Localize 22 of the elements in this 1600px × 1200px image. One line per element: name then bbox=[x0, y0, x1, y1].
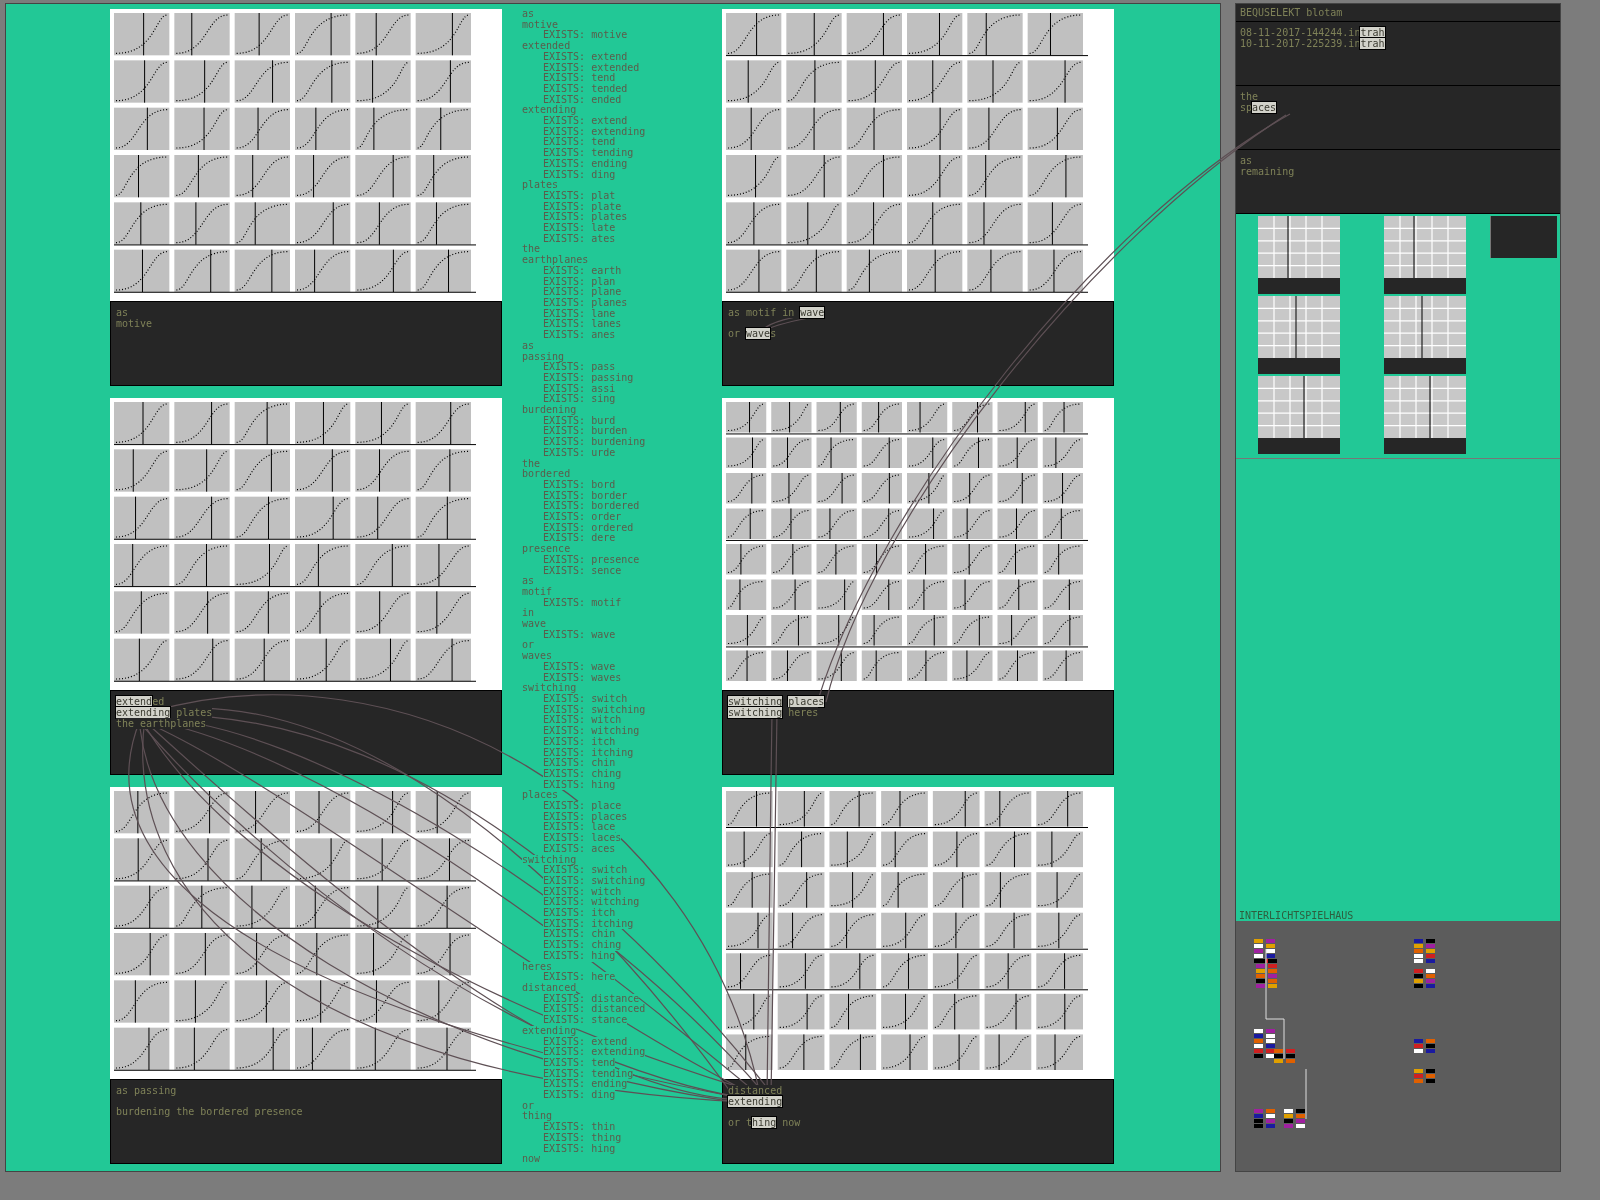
caption-text: the bbox=[1240, 91, 1259, 102]
mini-panel bbox=[1490, 216, 1557, 258]
caption-text: as passing bbox=[116, 1085, 177, 1096]
highlighted-word: extending bbox=[116, 707, 171, 718]
highlighted-word: hing bbox=[752, 1117, 777, 1128]
caption-text: as bbox=[116, 307, 129, 318]
highlighted-word: wave bbox=[746, 328, 771, 339]
caption-text: as bbox=[1240, 155, 1253, 166]
caption-text: the earthplanes bbox=[116, 718, 207, 729]
log-entry: 08-11-2017-144244.in bbox=[1240, 27, 1361, 38]
highlighted-word: extending bbox=[728, 1096, 783, 1107]
caption-text: plates bbox=[170, 707, 213, 718]
caption-text: motive bbox=[116, 318, 153, 329]
panel-title: BEQUSELEKT blotam bbox=[1236, 4, 1560, 22]
highlighted-word: switching bbox=[728, 707, 783, 718]
caption-text: remaining bbox=[1240, 166, 1295, 177]
highlighted-word: aces bbox=[1252, 102, 1277, 113]
caption-text: or t bbox=[728, 1117, 753, 1128]
section-label: INTERLICHTSPIELHAUS bbox=[1238, 910, 1355, 921]
highlighted-word: places bbox=[788, 696, 825, 707]
log-entry: 10-11-2017-225239.in bbox=[1240, 38, 1361, 49]
caption-text: burdening the bordered presence bbox=[116, 1106, 303, 1117]
